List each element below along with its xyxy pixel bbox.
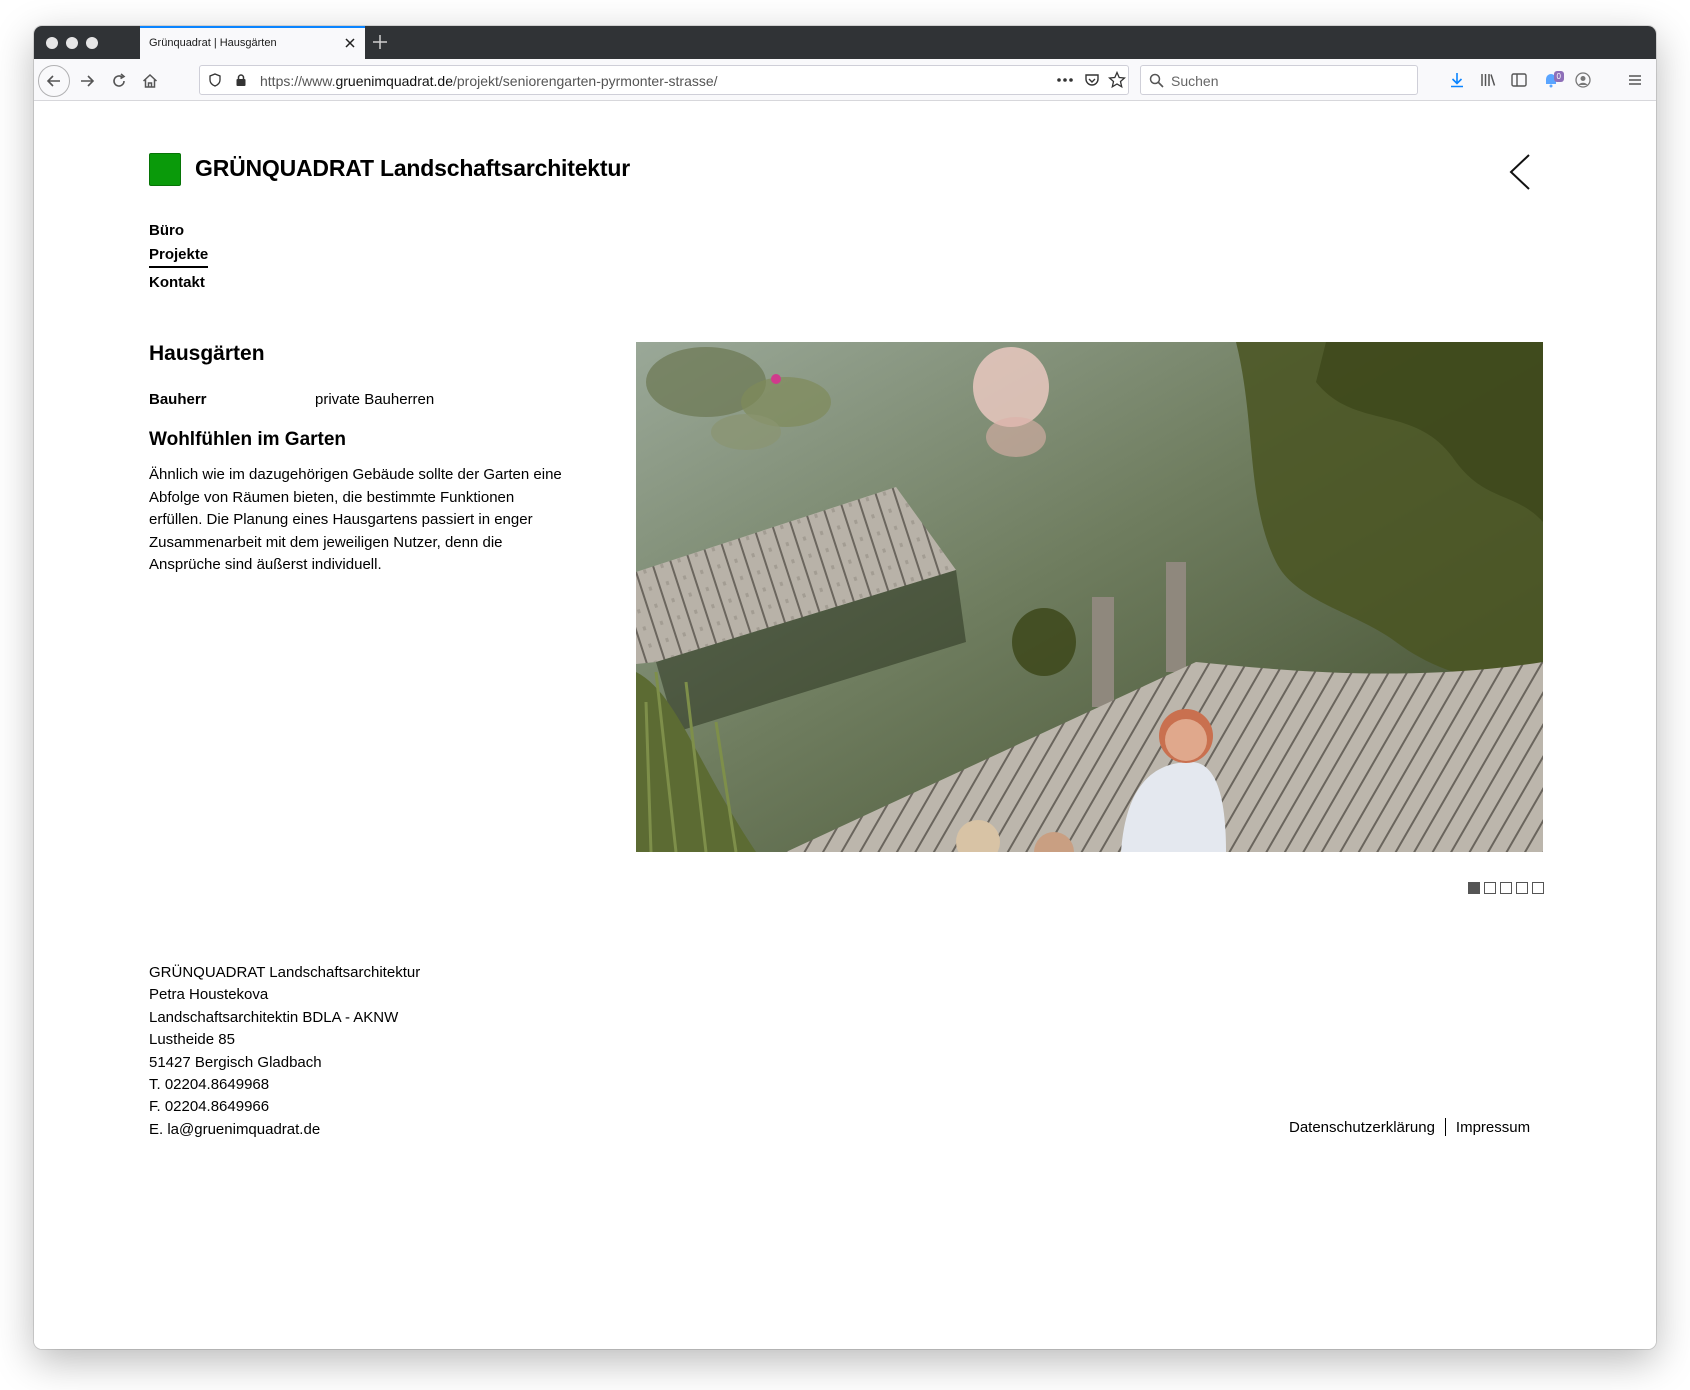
gallery-pagination bbox=[1468, 882, 1544, 894]
footer-links: Datenschutzerklärung Impressum bbox=[1289, 1118, 1530, 1136]
tab-title: Grünquadrat | Hausgärten bbox=[149, 37, 277, 49]
address-line[interactable]: E. la@gruenimquadrat.de bbox=[149, 1119, 420, 1141]
tab-strip: Grünquadrat | Hausgärten bbox=[34, 26, 1656, 59]
nav-item-buero[interactable]: Büro bbox=[149, 218, 184, 244]
arrow-right-icon bbox=[81, 75, 95, 87]
footer-address: GRÜNQUADRAT Landschaftsarchitektur Petra … bbox=[149, 962, 420, 1141]
account-icon[interactable] bbox=[1572, 69, 1594, 91]
new-tab-icon[interactable] bbox=[371, 33, 389, 51]
url-host: gruenimquadrat.de bbox=[335, 73, 453, 89]
project-photo[interactable] bbox=[636, 342, 1543, 852]
address-line: 51427 Bergisch Gladbach bbox=[149, 1053, 322, 1071]
address-line: Lustheide 85 bbox=[149, 1031, 235, 1049]
address-line: GRÜNQUADRAT Landschaftsarchitektur bbox=[149, 964, 421, 981]
window-zoom-dot[interactable] bbox=[86, 37, 98, 49]
notifications-icon[interactable]: 0 bbox=[1540, 69, 1564, 91]
bookmark-star-icon[interactable] bbox=[1108, 71, 1126, 89]
url-path: /projekt/seniorengarten-pyrmonter-strass… bbox=[453, 73, 718, 89]
search-icon bbox=[1149, 73, 1164, 88]
search-bar[interactable]: Suchen bbox=[1140, 65, 1418, 95]
back-button[interactable] bbox=[38, 65, 70, 97]
nav-item-projekte[interactable]: Projekte bbox=[149, 244, 209, 268]
home-icon bbox=[142, 73, 158, 88]
browser-window: Grünquadrat | Hausgärten https://www.gru… bbox=[34, 26, 1656, 1349]
main-navigation: Büro Projekte Kontakt bbox=[149, 218, 209, 296]
project-description: Ähnlich wie im dazugehörigen Gebäude sol… bbox=[149, 466, 562, 573]
address-line: Landschaftsarchitektin BDLA - AKNW bbox=[149, 1008, 399, 1026]
active-tab[interactable]: Grünquadrat | Hausgärten bbox=[140, 26, 365, 59]
privacy-link[interactable]: Datenschutzerklärung bbox=[1289, 1119, 1435, 1136]
client-label: Bauherr bbox=[149, 391, 207, 408]
url-bar[interactable]: https://www.gruenimquadrat.de/projekt/se… bbox=[199, 65, 1129, 95]
site-title[interactable]: GRÜNQUADRAT Landschaftsarchitektur bbox=[195, 155, 630, 182]
sidebar-icon[interactable] bbox=[1508, 69, 1530, 91]
site-logo[interactable] bbox=[149, 153, 181, 186]
reload-icon bbox=[113, 73, 126, 87]
forward-button[interactable] bbox=[72, 66, 102, 96]
tab-close-icon[interactable] bbox=[343, 36, 357, 50]
pond-jetty-illustration bbox=[636, 342, 1543, 852]
notification-badge: 0 bbox=[1553, 71, 1564, 82]
downloads-icon[interactable] bbox=[1446, 69, 1468, 91]
gallery-dot[interactable] bbox=[1532, 882, 1544, 894]
reload-button[interactable] bbox=[104, 66, 134, 96]
address-line: Petra Houstekova bbox=[149, 986, 269, 1004]
gallery-dot[interactable] bbox=[1500, 882, 1512, 894]
search-placeholder: Suchen bbox=[1171, 73, 1219, 89]
footer-divider bbox=[1444, 1118, 1446, 1136]
navigation-toolbar: https://www.gruenimquadrat.de/projekt/se… bbox=[34, 59, 1656, 101]
gallery-dot[interactable] bbox=[1484, 882, 1496, 894]
chevron-left-icon[interactable] bbox=[1507, 152, 1533, 192]
home-button[interactable] bbox=[135, 66, 165, 96]
page-content: GRÜNQUADRAT Landschaftsarchitektur Büro … bbox=[34, 102, 1656, 1349]
window-close-dot[interactable] bbox=[46, 37, 58, 49]
url-scheme: https://www. bbox=[260, 73, 336, 89]
menu-icon[interactable] bbox=[1624, 69, 1646, 91]
pocket-icon[interactable] bbox=[1083, 71, 1101, 89]
gallery-dot[interactable] bbox=[1468, 882, 1480, 894]
section-heading: Wohlfühlen im Garten bbox=[149, 429, 347, 450]
address-line: F. 02204.8649966 bbox=[149, 1098, 270, 1116]
address-line: T. 02204.8649968 bbox=[149, 1076, 270, 1094]
url-text[interactable]: https://www.gruenimquadrat.de/projekt/se… bbox=[260, 73, 718, 89]
shield-icon[interactable] bbox=[206, 71, 224, 89]
nav-item-kontakt[interactable]: Kontakt bbox=[149, 270, 205, 296]
gallery-dot[interactable] bbox=[1516, 882, 1528, 894]
arrow-left-icon bbox=[46, 75, 60, 87]
imprint-link[interactable]: Impressum bbox=[1456, 1119, 1530, 1136]
client-value: private Bauherren bbox=[315, 391, 435, 408]
library-icon[interactable] bbox=[1477, 69, 1499, 91]
project-title: Hausgärten bbox=[149, 342, 265, 365]
page-actions-icon[interactable] bbox=[1056, 71, 1074, 89]
window-minimize-dot[interactable] bbox=[66, 37, 78, 49]
lock-icon[interactable] bbox=[232, 71, 250, 89]
